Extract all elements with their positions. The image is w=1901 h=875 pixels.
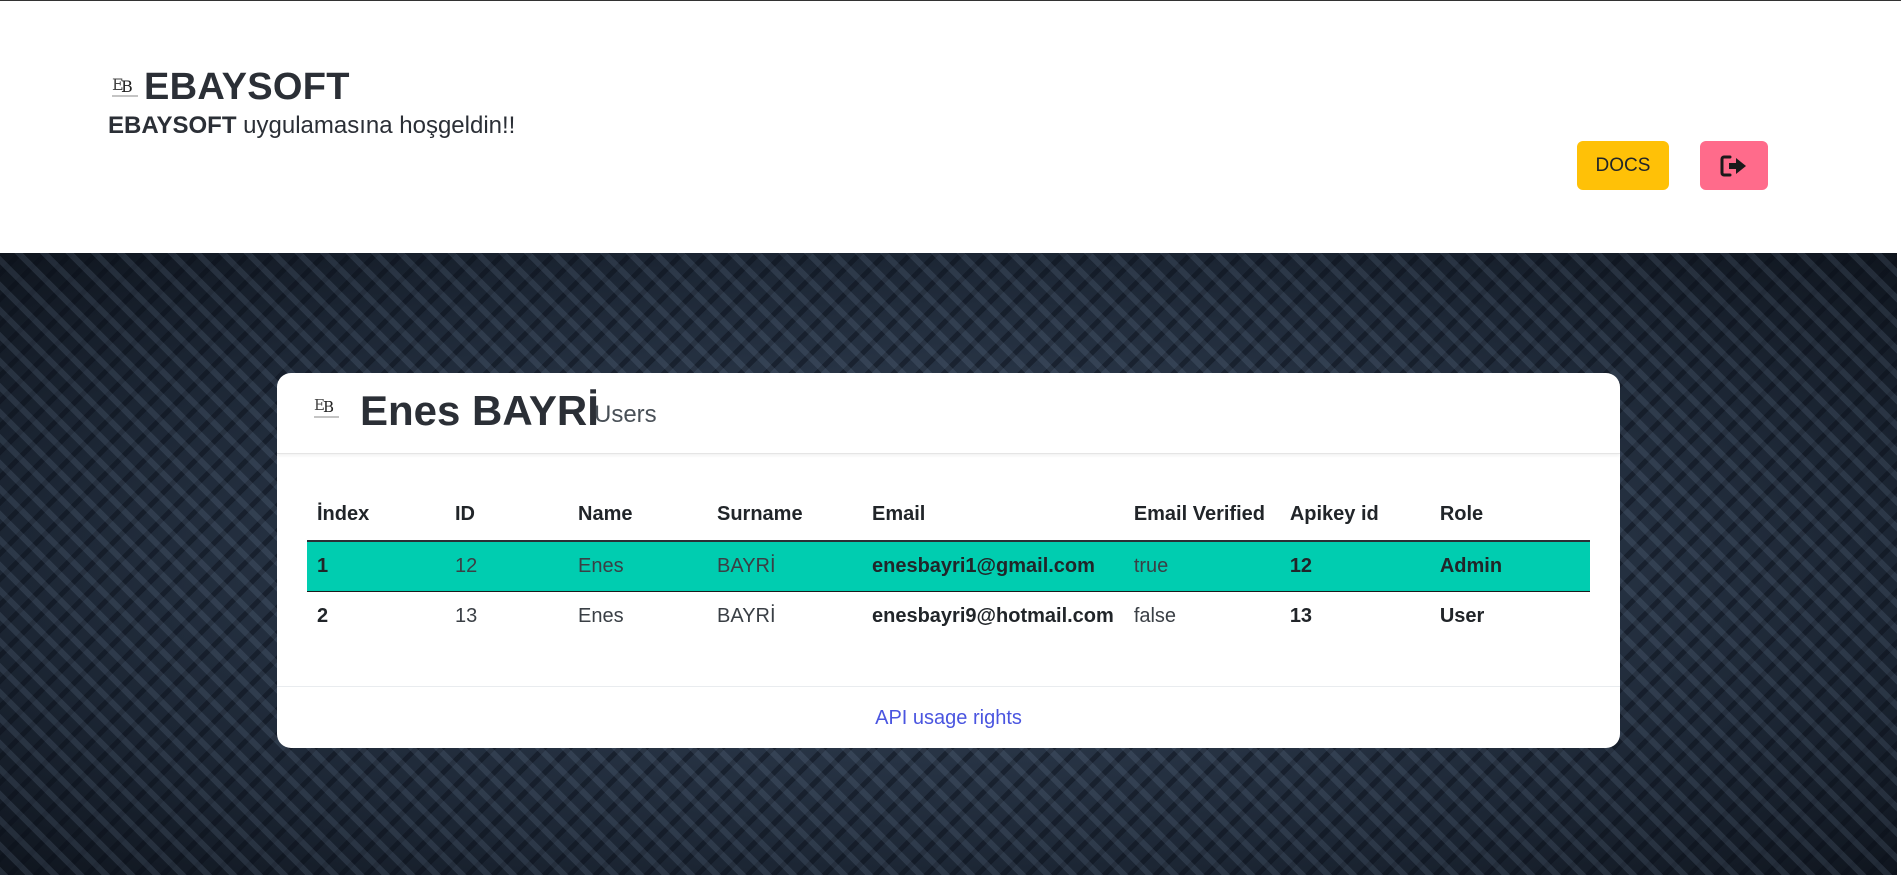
logout-button[interactable]: [1700, 141, 1768, 190]
svg-text:B: B: [121, 77, 133, 96]
cell-apikey-id: 12: [1279, 541, 1430, 592]
cell-index: 1: [307, 541, 445, 592]
cell-id: 13: [455, 605, 478, 627]
table-header-row: İndex ID Name Surname Email Email Verifi…: [307, 488, 1590, 542]
card-title: Enes BAYRİ: [360, 387, 599, 434]
card-footer: API usage rights: [277, 686, 1620, 748]
users-card: E B Enes BAYRİ Users İndex ID Name Surna…: [277, 373, 1620, 748]
col-name-header: Name: [568, 488, 707, 542]
users-table: İndex ID Name Surname Email Email Verifi…: [307, 488, 1590, 641]
col-id-header: ID: [445, 488, 568, 542]
col-index-header: İndex: [307, 488, 445, 542]
card-subtitle: Users: [594, 401, 657, 428]
cell-role: Admin: [1429, 541, 1590, 592]
cell-surname: BAYRİ: [707, 541, 862, 592]
col-role-header: Role: [1429, 488, 1590, 542]
col-surname-header: Surname: [707, 488, 862, 542]
welcome-message: EBAYSOFT uygulamasına hoşgeldin!!: [108, 111, 515, 141]
cell-apikey-id: 13: [1289, 605, 1313, 627]
ebaysoft-logo-icon: E B: [314, 396, 339, 418]
cell-name: Enes: [578, 605, 624, 627]
page-header: E B EBAYSOFT EBAYSOFT uygulamasına hoşge…: [0, 1, 1897, 253]
cell-email: enesbayri1@gmail.com: [862, 541, 1124, 592]
cell-id: 12: [445, 541, 568, 592]
welcome-brand: EBAYSOFT: [108, 112, 237, 139]
ebaysoft-logo-icon: E B: [112, 75, 138, 97]
docs-button[interactable]: DOCS: [1577, 141, 1669, 190]
cell-email-verified: false: [1133, 605, 1177, 627]
card-header: E B Enes BAYRİ Users: [277, 373, 1620, 454]
brand-title: EBAYSOFT: [144, 66, 350, 108]
cell-name: Enes: [568, 541, 707, 592]
brand: E B EBAYSOFT: [110, 67, 350, 107]
col-apikey-header: Apikey id: [1279, 488, 1430, 542]
cell-role: User: [1439, 605, 1485, 627]
svg-text:B: B: [323, 398, 334, 416]
cell-email: enesbayri9@hotmail.com: [872, 605, 1114, 627]
welcome-text: uygulamasına hoşgeldin!!: [236, 112, 516, 139]
col-email-header: Email: [862, 488, 1124, 542]
col-email-verified-header: Email Verified: [1123, 488, 1280, 542]
sign-out-icon: [1720, 155, 1746, 176]
cell-index: 2: [317, 605, 329, 627]
right-edge-strip: [1897, 253, 1901, 875]
api-usage-rights-link[interactable]: API usage rights: [875, 707, 1022, 730]
table-row[interactable]: 2 13 Enes BAYRİ enesbayri9@hotmail.com f…: [307, 592, 1590, 642]
table-row[interactable]: 1 12 Enes BAYRİ enesbayri1@gmail.com tru…: [307, 541, 1590, 592]
cell-surname: BAYRİ: [717, 605, 776, 627]
cell-email-verified: true: [1123, 541, 1280, 592]
